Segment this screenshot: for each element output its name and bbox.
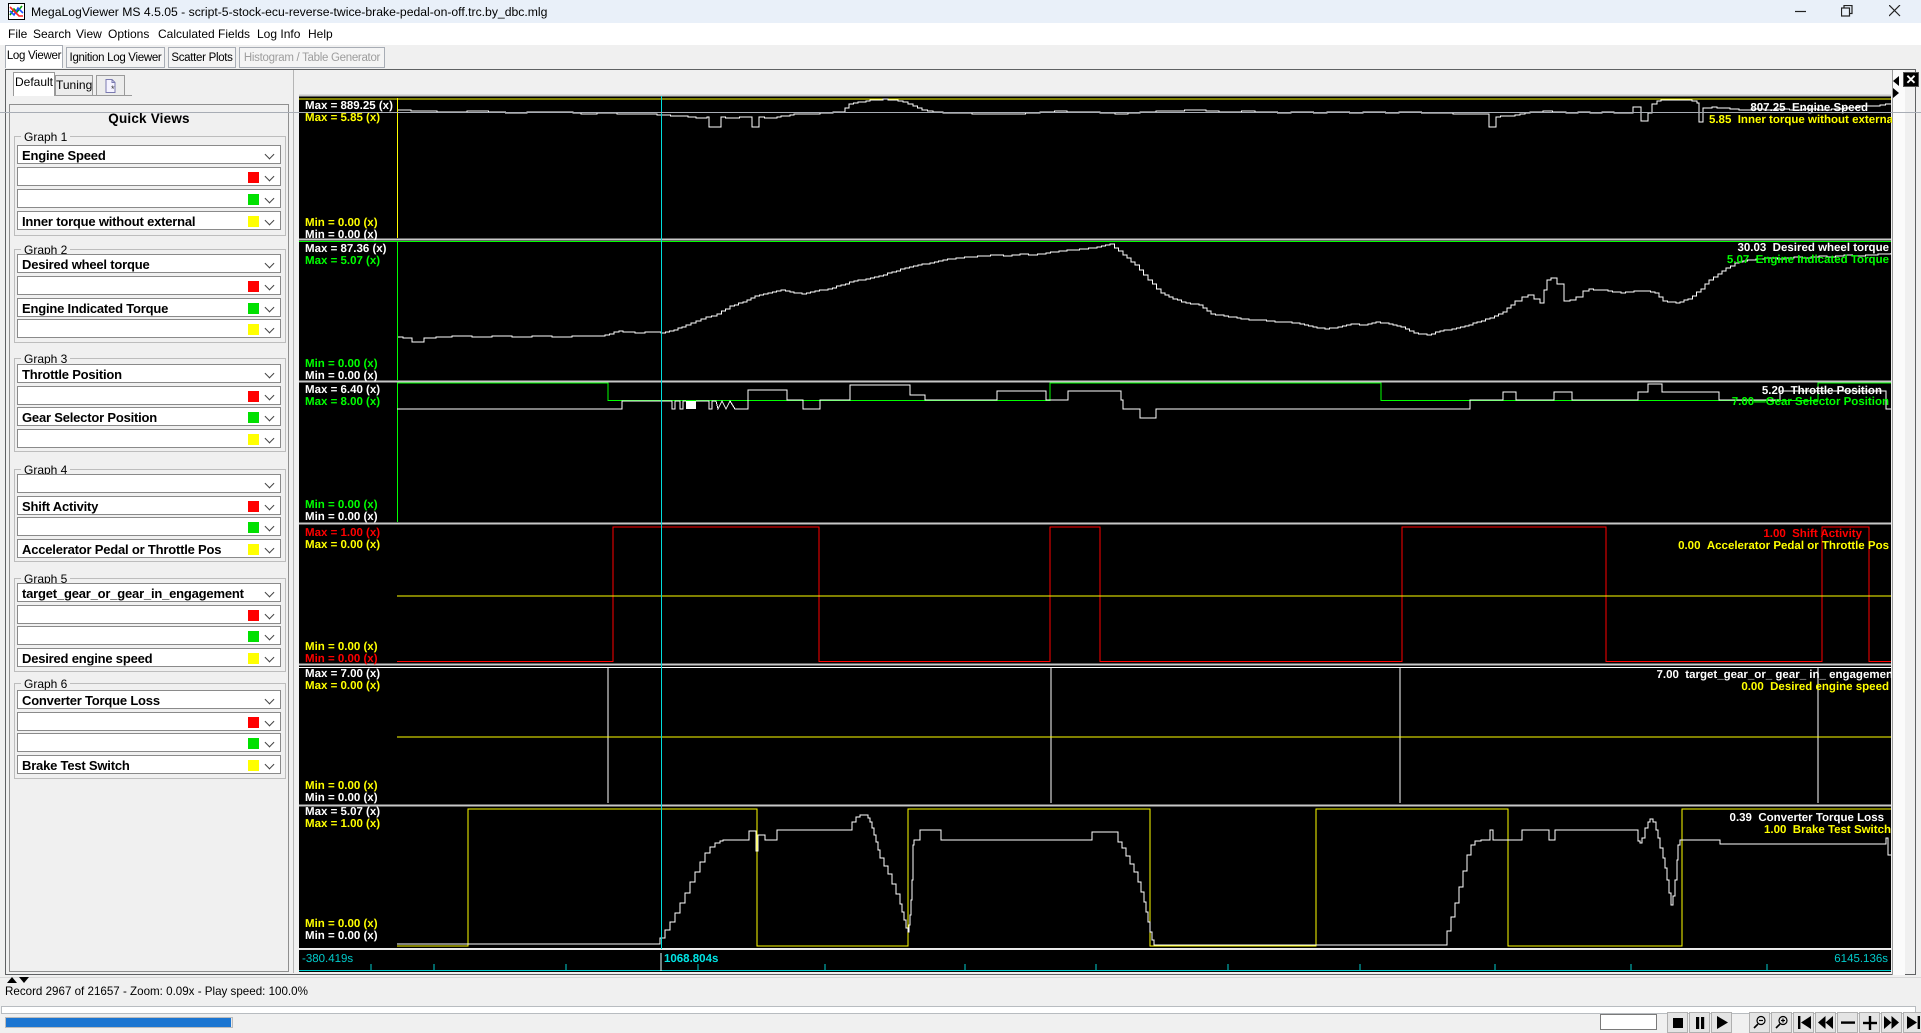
svg-text:Min = 0.00 (x): Min = 0.00 (x) xyxy=(305,370,378,382)
svg-text:Min = 0.00 (x): Min = 0.00 (x) xyxy=(305,641,378,653)
svg-text:Max = 8.00 (x): Max = 8.00 (x) xyxy=(305,396,380,408)
svg-text:Max = 5.07 (x): Max = 5.07 (x) xyxy=(305,255,380,267)
svg-text:Min = 0.00 (x): Min = 0.00 (x) xyxy=(305,229,378,241)
svg-text:0.39 Converter Torque Loss: 0.39 Converter Torque Loss xyxy=(1730,812,1884,824)
svg-text:5.85 Inner torque without ext: 5.85 Inner torque without externa xyxy=(1709,114,1894,126)
svg-text:0.00 Accelerator Pedal or Thr: 0.00 Accelerator Pedal or Throttle Pos xyxy=(1678,540,1889,552)
svg-text:1.00 Brake Test Switch: 1.00 Brake Test Switch xyxy=(1764,824,1891,836)
svg-text:1.00 Shift Activity: 1.00 Shift Activity xyxy=(1763,528,1862,540)
svg-text:Max = 87.36 (x): Max = 87.36 (x) xyxy=(305,243,387,255)
svg-text:Min = 0.00 (x): Min = 0.00 (x) xyxy=(305,918,378,930)
svg-text:Max = 0.00 (x): Max = 0.00 (x) xyxy=(305,539,380,551)
svg-text:Min = 0.00 (x): Min = 0.00 (x) xyxy=(305,499,378,511)
svg-text:Min = 0.00 (x): Min = 0.00 (x) xyxy=(305,792,378,804)
svg-text:Min = 0.00 (x): Min = 0.00 (x) xyxy=(305,358,378,370)
svg-text:7.00—Gear Selector Position: 7.00—Gear Selector Position xyxy=(1732,396,1889,408)
svg-text:-380.419s: -380.419s xyxy=(302,953,353,965)
svg-text:Max = 5.07 (x): Max = 5.07 (x) xyxy=(305,806,380,818)
svg-text:Max = 6.40 (x): Max = 6.40 (x) xyxy=(305,384,380,396)
svg-text:5.07 Engine Indicated Torque: 5.07 Engine Indicated Torque xyxy=(1727,254,1889,266)
svg-text:Max = 7.00 (x): Max = 7.00 (x) xyxy=(305,668,380,680)
svg-text:Max = 1.00 (x): Max = 1.00 (x) xyxy=(305,527,380,539)
svg-text:7.00 target_gear_or_ gear_ in: 7.00 target_gear_or_ gear_ in_ engagemen xyxy=(1657,669,1894,681)
svg-text:Min = 0.00 (x): Min = 0.00 (x) xyxy=(305,780,378,792)
svg-text:6145.136s: 6145.136s xyxy=(1834,953,1888,965)
svg-text:1068.804s: 1068.804s xyxy=(664,953,718,965)
svg-text:Min = 0.00 (x): Min = 0.00 (x) xyxy=(305,217,378,229)
svg-text:Min = 0.00 (x): Min = 0.00 (x) xyxy=(305,511,378,523)
svg-text:30.03 Desired wheel torque: 30.03 Desired wheel torque xyxy=(1738,242,1889,254)
svg-text:Min = 0.00 (x): Min = 0.00 (x) xyxy=(305,653,378,665)
svg-text:0.00 Desired engine speed: 0.00 Desired engine speed xyxy=(1741,681,1889,693)
svg-text:Max = 5.85 (x): Max = 5.85 (x) xyxy=(305,112,380,124)
svg-text:Max = 1.00 (x): Max = 1.00 (x) xyxy=(305,818,380,830)
svg-text:Max = 889.25 (x): Max = 889.25 (x) xyxy=(305,100,393,112)
svg-text:Max = 0.00 (x): Max = 0.00 (x) xyxy=(305,680,380,692)
svg-text:Min = 0.00 (x): Min = 0.00 (x) xyxy=(305,930,378,942)
